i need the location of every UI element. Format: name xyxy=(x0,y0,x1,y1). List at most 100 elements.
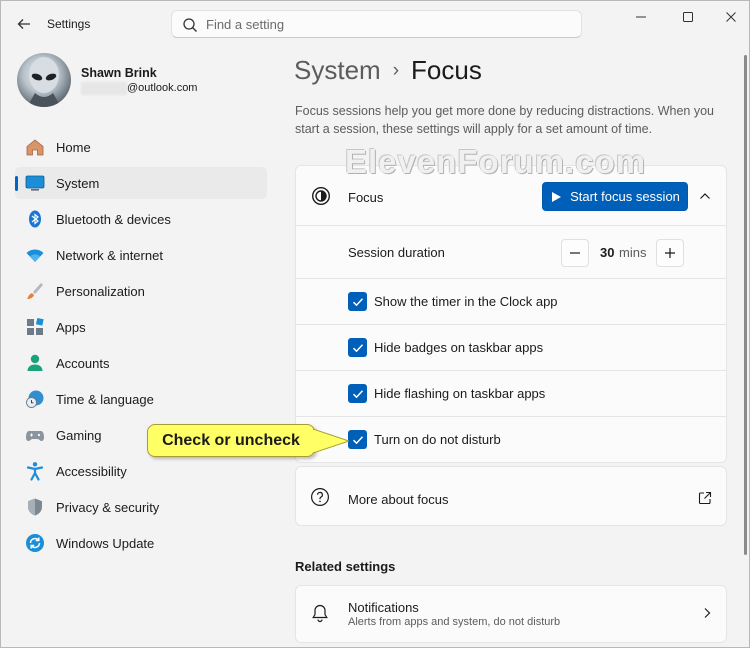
breadcrumb-parent[interactable]: System xyxy=(294,55,381,85)
help-icon xyxy=(311,488,329,506)
related-settings-heading: Related settings xyxy=(295,559,396,574)
focus-settings-card: Focus Start focus session Session durati… xyxy=(295,165,727,463)
accessibility-icon xyxy=(25,461,45,481)
bluetooth-icon xyxy=(25,209,45,229)
hide-badges-checkbox[interactable] xyxy=(348,338,367,357)
checkmark-icon xyxy=(352,435,363,444)
title-bar: Settings xyxy=(1,1,749,47)
alien-avatar-icon xyxy=(27,57,61,107)
close-button[interactable] xyxy=(713,7,749,27)
sidebar-item-accessibility[interactable]: Accessibility xyxy=(15,455,267,487)
profile-name: Shawn Brink xyxy=(81,66,157,80)
back-button[interactable] xyxy=(13,13,35,35)
focus-label: Focus xyxy=(348,190,384,205)
more-about-focus-card[interactable]: More about focus xyxy=(295,466,727,526)
notifications-subtitle: Alerts from apps and system, do not dist… xyxy=(348,616,561,628)
sidebar-item-label: Privacy & security xyxy=(56,499,160,515)
search-input[interactable] xyxy=(206,15,566,33)
minimize-button[interactable] xyxy=(623,7,659,27)
shield-icon xyxy=(25,497,45,517)
watermark: ElevenForum.com xyxy=(345,143,647,180)
sidebar-item-label: Windows Update xyxy=(56,535,155,551)
more-about-focus-label: More about focus xyxy=(348,492,449,507)
notifications-card[interactable]: Notifications Alerts from apps and syste… xyxy=(295,585,727,643)
maximize-button[interactable] xyxy=(670,7,706,27)
decrease-duration-button[interactable] xyxy=(561,239,589,267)
hide-flashing-checkbox[interactable] xyxy=(348,384,367,403)
close-icon xyxy=(726,12,736,22)
session-duration-row: Session duration 30 mins xyxy=(296,226,726,279)
email-redacted xyxy=(81,82,127,95)
hide-flashing-label: Hide flashing on taskbar apps xyxy=(374,386,546,401)
breadcrumb: System › Focus xyxy=(294,55,482,86)
page-title: Focus xyxy=(411,55,482,85)
sidebar-item-privacy-security[interactable]: Privacy & security xyxy=(15,491,267,523)
sidebar-item-label: Accounts xyxy=(56,355,110,371)
checkmark-icon xyxy=(352,343,363,352)
sidebar-nav: Home System Bluetooth & devices Network … xyxy=(15,131,267,563)
avatar[interactable] xyxy=(17,53,71,107)
sidebar-item-label: System xyxy=(56,175,100,191)
sidebar-item-time-language[interactable]: Time & language xyxy=(15,383,267,415)
chevron-up-icon[interactable] xyxy=(697,188,713,204)
back-arrow-icon xyxy=(17,19,30,29)
start-focus-session-label: Start focus session xyxy=(570,189,680,204)
play-icon xyxy=(552,191,562,202)
focus-timer-icon xyxy=(311,186,331,206)
sidebar-item-personalization[interactable]: Personalization xyxy=(15,275,267,307)
wifi-icon xyxy=(25,245,45,265)
hide-badges-label: Hide badges on taskbar apps xyxy=(374,340,544,355)
gamepad-icon xyxy=(25,425,45,445)
sidebar-item-label: Accessibility xyxy=(56,463,127,479)
update-icon xyxy=(25,533,45,553)
show-timer-label: Show the timer in the Clock app xyxy=(374,294,558,309)
page-description: Focus sessions help you get more done by… xyxy=(295,104,714,136)
scrollbar[interactable] xyxy=(744,55,747,555)
option-row-do-not-disturb[interactable]: Turn on do not disturb xyxy=(296,417,726,463)
search-box[interactable] xyxy=(171,10,582,38)
open-external-icon xyxy=(698,491,712,505)
show-timer-checkbox[interactable] xyxy=(348,292,367,311)
sidebar-item-label: Gaming xyxy=(56,427,102,443)
system-icon xyxy=(25,173,45,193)
brush-icon xyxy=(25,281,45,301)
do-not-disturb-checkbox[interactable] xyxy=(348,430,367,449)
sidebar-item-accounts[interactable]: Accounts xyxy=(15,347,267,379)
bell-icon xyxy=(312,604,328,623)
option-row-hide-badges[interactable]: Hide badges on taskbar apps xyxy=(296,325,726,371)
sidebar-item-label: Apps xyxy=(56,319,86,335)
chevron-right-icon xyxy=(704,608,711,618)
clock-globe-icon xyxy=(25,389,45,409)
sidebar-item-home[interactable]: Home xyxy=(15,131,267,163)
breadcrumb-separator: › xyxy=(392,60,400,81)
increase-duration-button[interactable] xyxy=(656,239,684,267)
sidebar-item-system[interactable]: System xyxy=(15,167,267,199)
sidebar-item-label: Bluetooth & devices xyxy=(56,211,171,227)
do-not-disturb-label: Turn on do not disturb xyxy=(374,432,501,447)
sidebar-item-network[interactable]: Network & internet xyxy=(15,239,267,271)
option-row-show-timer[interactable]: Show the timer in the Clock app xyxy=(296,279,726,325)
app-title: Settings xyxy=(47,17,91,31)
apps-icon xyxy=(25,317,45,337)
start-focus-session-button[interactable]: Start focus session xyxy=(542,182,688,211)
duration-unit: mins xyxy=(619,245,647,260)
profile-email: @outlook.com xyxy=(127,82,198,94)
sidebar-item-label: Network & internet xyxy=(56,247,163,263)
callout-annotation: Check or uncheck xyxy=(147,424,315,457)
plus-icon xyxy=(665,248,675,258)
home-icon xyxy=(25,137,45,157)
sidebar-item-label: Home xyxy=(56,139,91,155)
settings-window: Settings Shawn Brink @outlook.com xyxy=(0,0,750,648)
maximize-icon xyxy=(683,12,693,22)
sidebar-item-apps[interactable]: Apps xyxy=(15,311,267,343)
sidebar-item-windows-update[interactable]: Windows Update xyxy=(15,527,267,559)
duration-value: 30 xyxy=(600,245,615,260)
minimize-icon xyxy=(636,16,646,18)
session-duration-label: Session duration xyxy=(348,245,445,260)
option-row-hide-flashing[interactable]: Hide flashing on taskbar apps xyxy=(296,371,726,417)
accounts-icon xyxy=(25,353,45,373)
sidebar-item-bluetooth[interactable]: Bluetooth & devices xyxy=(15,203,267,235)
notifications-title: Notifications xyxy=(348,600,419,615)
callout-arrow-icon xyxy=(313,428,349,454)
checkmark-icon xyxy=(352,297,363,306)
